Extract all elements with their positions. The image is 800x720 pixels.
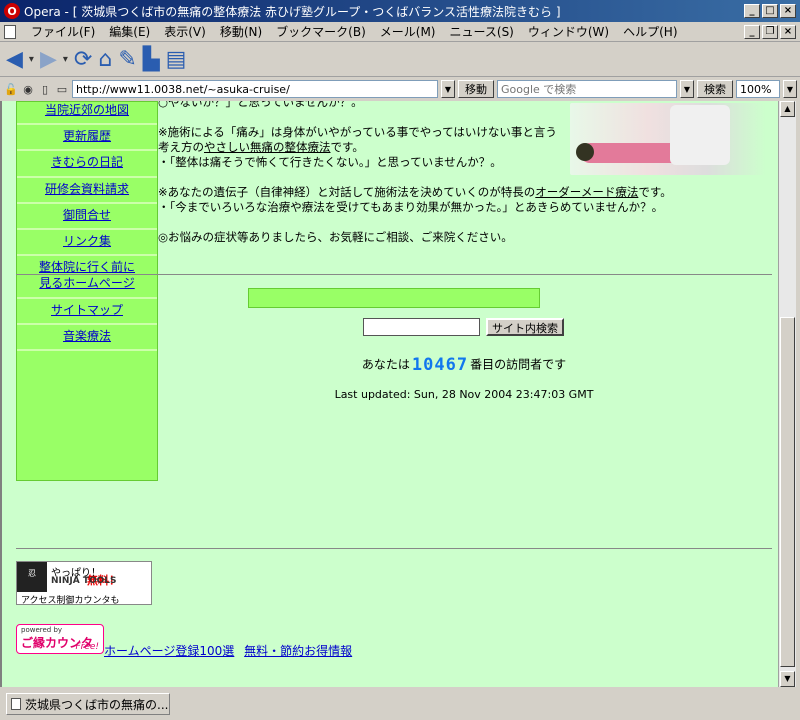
paragraph-intro: ○やないか？」と思っていませんか？。	[158, 101, 363, 109]
address-toolbar: 🔓 ◉ ▯ ▭ ▼ 移動 ▼ 検索 ▼	[0, 78, 800, 100]
status-bar: 茨城県つくば市の無痛の...	[0, 688, 800, 720]
search-input[interactable]	[497, 80, 677, 98]
page-viewport: 当院近郊の地図 更新履歴 きむらの日記 研修会資料請求 御問合せ リンク集 整体…	[0, 101, 778, 687]
counter-digits: 10467	[411, 355, 469, 375]
maximize-button[interactable]: □	[762, 4, 778, 18]
vertical-scrollbar[interactable]: ▲ ▼	[778, 101, 796, 687]
therapy-photo	[570, 103, 766, 175]
doc-restore-button[interactable]: ❐	[762, 24, 778, 39]
site-search-input[interactable]	[363, 318, 480, 336]
sidebar-item-sitemap[interactable]: サイトマップ	[17, 299, 157, 325]
visitor-counter: あなたは 10467 番目の訪問者です	[361, 355, 567, 375]
menu-help[interactable]: ヘルプ(H)	[616, 23, 684, 40]
green-banner	[248, 288, 540, 308]
back-dropdown-icon[interactable]: ▾	[29, 54, 34, 65]
hotlist-icon[interactable]: ✎	[118, 48, 136, 71]
sidebar-item-links[interactable]: リンク集	[17, 230, 157, 257]
address-input[interactable]	[72, 80, 438, 98]
menu-bar: ファイル(F) 編集(E) 表示(V) 移動(N) ブックマーク(B) メール(…	[0, 22, 800, 42]
sidebar-menu: 当院近郊の地図 更新履歴 きむらの日記 研修会資料請求 御問合せ リンク集 整体…	[16, 101, 158, 481]
page-icon[interactable]: ▯	[38, 82, 52, 96]
site-search-button[interactable]: サイト内検索	[486, 318, 564, 336]
menu-navigate[interactable]: 移動(N)	[213, 23, 269, 40]
print-icon[interactable]: ▙	[143, 48, 160, 71]
paragraph-ordermade: ※あなたの遺伝子（自律神経）と対話して施術法を決めていくのが特長のオーダーメード…	[158, 185, 672, 214]
painless-therapy-link[interactable]: やさしい無痛の整体療法	[204, 140, 331, 154]
window-title: Opera - [ 茨城県つくば市の無痛の整体療法 赤ひげ塾グループ・つくばバラ…	[24, 4, 561, 19]
minimize-button[interactable]: _	[744, 4, 760, 18]
page-tab-icon	[11, 698, 21, 710]
bottom-links: ホームページ登録100選 無料・節約お得情報	[104, 642, 358, 659]
ninja-logo-icon: 忍	[17, 562, 47, 592]
menu-view[interactable]: 表示(V)	[157, 23, 213, 40]
navigation-toolbar: ◀ ▾ ▶ ▾ ⟳ ⌂ ✎ ▙ ▤	[0, 43, 800, 77]
sidebar-item-music-therapy[interactable]: 音楽療法	[17, 325, 157, 351]
sidebar-item-contact[interactable]: 御問合せ	[17, 204, 157, 230]
scroll-thumb[interactable]	[780, 317, 795, 667]
menu-news[interactable]: ニュース(S)	[442, 23, 520, 40]
menu-mail[interactable]: メール(M)	[373, 23, 443, 40]
forward-dropdown-icon[interactable]: ▾	[63, 54, 68, 65]
search-button[interactable]: 検索	[697, 80, 733, 98]
close-button[interactable]: ×	[780, 4, 796, 18]
paragraph-painless: ※施術による「痛み」は身体がいやがっている事でやってはいけない事と言う考え方のや…	[158, 125, 557, 169]
scroll-up-icon[interactable]: ▲	[780, 101, 795, 117]
reload-icon[interactable]: ⟳	[74, 48, 92, 71]
goen-counter-logo[interactable]: powered by ご縁カウンタ Free!	[16, 624, 104, 654]
sidebar-item-before-visit[interactable]: 整体院に行く前に見るホームページ	[17, 256, 157, 299]
link-free-saving[interactable]: 無料・節約お得情報	[244, 644, 352, 658]
zoom-dropdown-icon[interactable]: ▼	[783, 80, 797, 98]
address-dropdown-icon[interactable]: ▼	[441, 80, 455, 98]
paragraph-consult: ◎お悩みの症状等ありましたら、お気軽にご相談、ご来院ください。	[158, 230, 513, 244]
site-search-form: サイト内検索	[363, 318, 564, 336]
go-button[interactable]: 移動	[458, 80, 494, 98]
divider-bottom	[16, 548, 772, 549]
opera-icon: O	[4, 3, 20, 19]
document-icon	[4, 24, 16, 39]
zoom-input[interactable]	[736, 80, 780, 98]
window-title-bar: O Opera - [ 茨城県つくば市の無痛の整体療法 赤ひげ塾グループ・つくば…	[0, 0, 800, 22]
menu-file[interactable]: ファイル(F)	[24, 23, 102, 40]
ninja-tools-banner[interactable]: 忍 やっぱり！ 無料！ NINJA TOOLS アクセス制御カウンタも	[16, 561, 152, 605]
page-tab[interactable]: 茨城県つくば市の無痛の...	[6, 693, 170, 715]
camera-icon[interactable]: ◉	[21, 82, 35, 96]
divider	[16, 274, 772, 275]
transfers-icon[interactable]: ▤	[166, 48, 187, 71]
sidebar-item-diary[interactable]: きむらの日記	[17, 151, 157, 178]
forward-icon[interactable]: ▶	[40, 48, 57, 71]
home-icon[interactable]: ⌂	[98, 48, 112, 71]
back-icon[interactable]: ◀	[6, 48, 23, 71]
link-homepage-100[interactable]: ホームページ登録100選	[104, 644, 234, 658]
search-dropdown-icon[interactable]: ▼	[680, 80, 694, 98]
document-info-icon[interactable]: ▭	[55, 82, 69, 96]
scroll-down-icon[interactable]: ▼	[780, 671, 795, 687]
menu-edit[interactable]: 編集(E)	[102, 23, 157, 40]
ordermade-therapy-link[interactable]: オーダーメード療法	[535, 185, 638, 199]
doc-close-button[interactable]: ×	[780, 24, 796, 39]
security-icon[interactable]: 🔓	[4, 82, 18, 96]
menu-bookmarks[interactable]: ブックマーク(B)	[269, 23, 373, 40]
doc-minimize-button[interactable]: _	[744, 24, 760, 39]
main-text: ○やないか？」と思っていませんか？。 ※施術による「痛み」は身体がいやがっている…	[158, 101, 672, 260]
sidebar-item-history[interactable]: 更新履歴	[17, 125, 157, 152]
last-updated: Last updated: Sun, 28 Nov 2004 23:47:03 …	[334, 388, 594, 401]
sidebar-item-seminar[interactable]: 研修会資料請求	[17, 178, 157, 204]
menu-window[interactable]: ウィンドウ(W)	[521, 23, 616, 40]
sidebar-item-map[interactable]: 当院近郊の地図	[17, 102, 157, 126]
